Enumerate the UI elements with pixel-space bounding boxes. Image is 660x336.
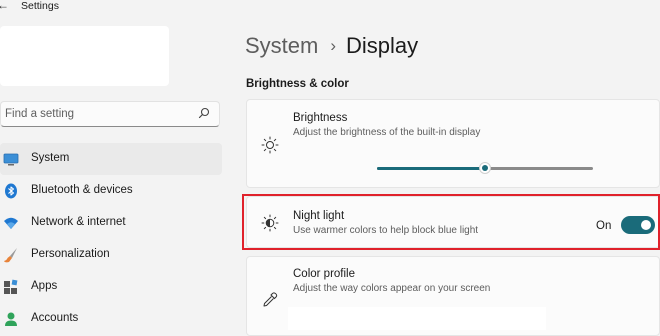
bluetooth-icon <box>5 183 17 199</box>
sidebar-item-apps[interactable]: Apps <box>0 271 222 303</box>
sidebar-item-label: Network & internet <box>31 216 126 228</box>
brightness-card: Brightness Adjust the brightness of the … <box>246 99 660 188</box>
sidebar-item-bluetooth[interactable]: Bluetooth & devices <box>0 175 222 207</box>
user-account-card[interactable] <box>0 26 169 86</box>
breadcrumb-separator: › <box>330 36 337 55</box>
sidebar-item-label: Personalization <box>31 248 110 260</box>
wifi-icon <box>4 217 18 229</box>
sun-icon <box>261 136 279 154</box>
person-icon <box>5 312 17 326</box>
section-heading: Brightness & color <box>246 78 349 90</box>
brightness-slider[interactable] <box>377 162 593 174</box>
color-profile-title: Color profile <box>293 268 355 280</box>
color-profile-dropdown[interactable] <box>288 307 546 330</box>
sidebar-item-label: Bluetooth & devices <box>31 184 133 196</box>
brightness-description: Adjust the brightness of the built-in di… <box>293 127 481 138</box>
eyedropper-icon <box>263 292 278 307</box>
breadcrumb-parent[interactable]: System <box>245 33 318 58</box>
search-box[interactable] <box>0 101 220 127</box>
slider-fill <box>377 167 485 170</box>
search-input[interactable] <box>5 106 195 122</box>
brush-icon <box>4 248 17 263</box>
app-title: Settings <box>21 0 59 12</box>
brightness-title: Brightness <box>293 112 348 124</box>
page-title: Display <box>346 33 419 58</box>
sidebar-item-label: Apps <box>31 280 58 292</box>
title-bar: ← Settings <box>0 0 660 14</box>
sidebar-item-network[interactable]: Network & internet <box>0 207 222 239</box>
sidebar-item-system[interactable]: System <box>0 143 222 175</box>
sidebar-item-accounts[interactable]: Accounts <box>0 303 222 335</box>
sidebar-nav: System Bluetooth & devices Network & int… <box>0 143 222 335</box>
slider-thumb[interactable] <box>479 162 491 174</box>
monitor-icon <box>3 153 19 166</box>
sidebar-item-label: System <box>31 152 70 164</box>
highlight-box <box>242 194 660 250</box>
back-arrow-icon[interactable]: ← <box>0 0 9 12</box>
sidebar-item-label: Accounts <box>31 312 79 324</box>
breadcrumb: System › Display <box>245 33 418 59</box>
search-icon[interactable] <box>198 107 210 119</box>
sidebar-item-personalization[interactable]: Personalization <box>0 239 222 271</box>
apps-icon <box>4 279 18 294</box>
color-profile-description: Adjust the way colors appear on your scr… <box>293 283 491 294</box>
